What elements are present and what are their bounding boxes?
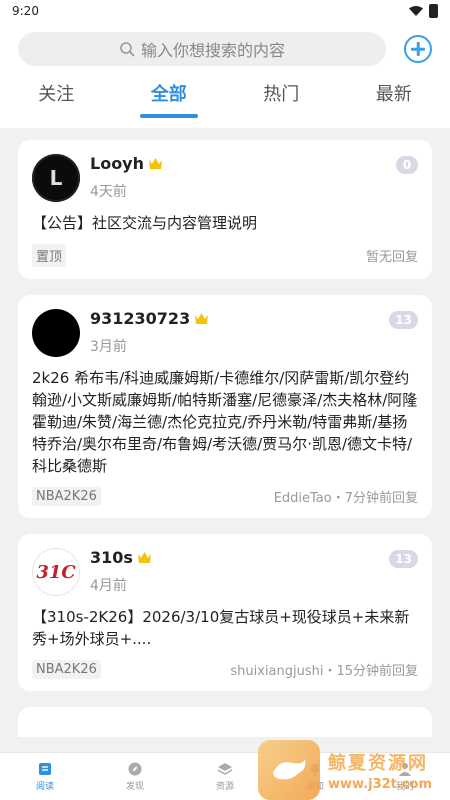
reply-status: EddieTao・7分钟前回复 [273,491,418,506]
reply-count-badge: 13 [389,550,418,568]
status-bar: 9:20 [0,0,450,22]
post-meta: Looyh 4天前 [90,154,418,201]
status-icons [409,4,438,18]
book-icon [39,763,51,775]
nav-resources-label: 资源 [215,782,234,792]
wifi-icon [409,6,423,16]
reply-status: shuixiangjushi・15分钟前回复 [230,664,418,679]
post-card[interactable]: 31C 310s 4月前 13 【310s-2K26】2026/3/10复古球员… [18,534,432,691]
post-card[interactable]: 931230723 3月前 13 2k26 希布韦/科迪威廉姆斯/卡德维尔/冈萨… [18,295,432,518]
nav-discover[interactable]: 发现 [90,753,180,800]
avatar-logo-text: 31C [36,561,76,583]
post-footer: NBA2K26 shuixiangjushi・15分钟前回复 [32,660,418,679]
post-header: 31C 310s 4月前 [32,548,418,596]
author-name[interactable]: 310s [90,548,133,567]
author-row: 310s [90,548,418,567]
post-content[interactable]: 2k26 希布韦/科迪威廉姆斯/卡德维尔/冈萨雷斯/凯尔登约翰逊/小文斯威廉姆斯… [32,367,418,477]
nav-profile-label: 我的 [395,782,414,792]
nav-notifications[interactable]: 通知 [270,753,360,800]
post-content[interactable]: 【公告】社区交流与内容管理说明 [32,212,418,234]
avatar-letter: L [49,166,63,190]
search-icon [120,42,135,57]
add-post-button[interactable] [404,35,432,63]
crown-badge-icon [137,552,151,563]
author-row: Looyh [90,154,418,173]
reply-count-badge: 13 [389,311,418,329]
avatar[interactable] [32,309,80,357]
crown-badge-icon [149,158,162,169]
post-header: L Looyh 4天前 [32,154,418,202]
tab-latest[interactable]: 最新 [338,80,450,106]
tab-all[interactable]: 全部 [113,80,226,106]
post-footer: 置顶 暂无回复 [32,244,418,267]
post-time: 3月前 [90,339,127,355]
tab-following[interactable]: 关注 [0,80,113,106]
avatar[interactable]: L [32,154,80,202]
nav-read-label: 阅读 [35,782,54,792]
author-name[interactable]: 931230723 [90,309,190,328]
nav-profile[interactable]: 我的 [360,753,450,800]
post-tag[interactable]: NBA2K26 [32,487,101,506]
search-row: 输入你想搜索的内容 [0,32,450,66]
post-time: 4月前 [90,578,127,594]
search-placeholder: 输入你想搜索的内容 [140,41,285,60]
post-tag[interactable]: NBA2K26 [32,660,101,679]
bottom-nav: 阅读 发现 资源 通知 我的 [0,752,450,800]
search-input[interactable]: 输入你想搜索的内容 [18,32,386,66]
compass-icon [128,762,142,776]
post-header: 931230723 3月前 [32,309,418,357]
reply-status: 暂无回复 [365,250,418,265]
avatar[interactable]: 31C [32,548,80,596]
nav-discover-label: 发现 [125,782,144,792]
tab-hot[interactable]: 热门 [225,80,338,106]
post-tag[interactable]: 置顶 [32,244,67,267]
post-footer: NBA2K26 EddieTao・7分钟前回复 [32,487,418,506]
feed-tabs: 关注 全部 热门 最新 [0,66,450,128]
post-card-partial[interactable] [18,707,432,737]
post-meta: 310s 4月前 [90,548,418,595]
post-meta: 931230723 3月前 [90,309,418,356]
status-time: 9:20 [12,4,39,18]
nav-read[interactable]: 阅读 [0,753,90,800]
user-icon [399,763,411,776]
author-name[interactable]: Looyh [90,154,144,173]
reply-count-badge: 0 [396,156,418,174]
top-bar: 输入你想搜索的内容 关注 全部 热门 最新 [0,22,450,128]
bell-icon [311,764,319,776]
crown-badge-icon [195,313,209,324]
nav-resources[interactable]: 资源 [180,753,270,800]
post-content[interactable]: 【310s-2K26】2026/3/10复古球员+现役球员+未来新秀+场外球员+… [32,606,418,650]
nav-notifications-label: 通知 [305,782,324,792]
post-feed: L Looyh 4天前 0 【公告】社区交流与内容管理说明 置顶 暂无回复 93… [0,128,450,737]
post-time: 4天前 [90,184,127,200]
battery-icon [429,4,438,18]
author-row: 931230723 [90,309,418,328]
layers-icon [217,763,233,775]
post-card[interactable]: L Looyh 4天前 0 【公告】社区交流与内容管理说明 置顶 暂无回复 [18,140,432,279]
